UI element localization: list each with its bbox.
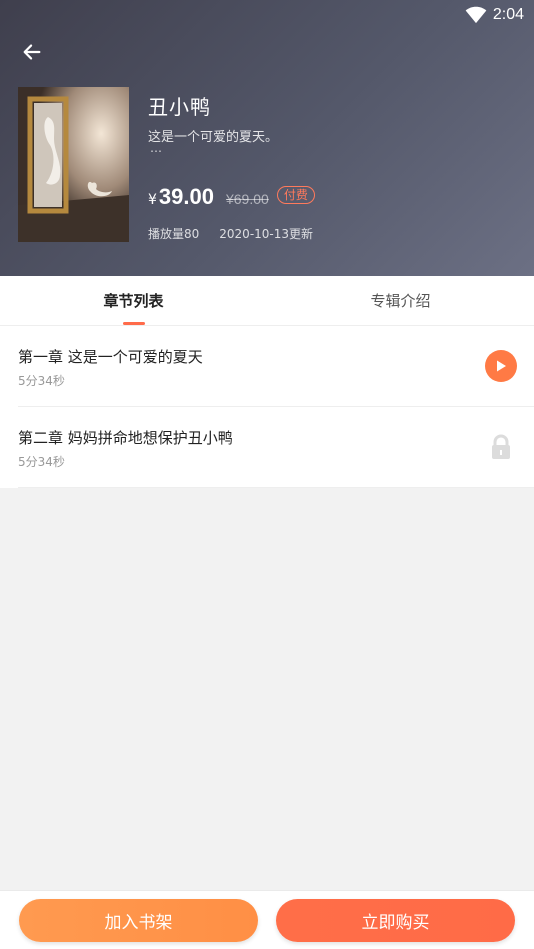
description-ellipsis[interactable]: … bbox=[150, 141, 162, 155]
chapter-duration: 5分34秒 bbox=[18, 374, 65, 388]
tab-chapter-list[interactable]: 章节列表 bbox=[0, 276, 267, 325]
divider bbox=[18, 487, 534, 488]
tab-label: 章节列表 bbox=[103, 292, 164, 310]
chapter-item[interactable]: 第二章 妈妈拼命地想保护丑小鸭 5分34秒 bbox=[0, 407, 534, 488]
chapter-list: 第一章 这是一个可爱的夏天 5分34秒 第二章 妈妈拼命地想保护丑小鸭 5分34… bbox=[0, 326, 534, 488]
wifi-icon bbox=[465, 6, 487, 24]
current-price: 39.00 bbox=[158, 184, 214, 209]
chapter-title: 第一章 这是一个可爱的夏天 bbox=[18, 348, 203, 366]
back-button[interactable] bbox=[18, 38, 46, 66]
chapter-item[interactable]: 第一章 这是一个可爱的夏天 5分34秒 bbox=[0, 326, 534, 407]
paid-badge: 付费 bbox=[276, 186, 315, 204]
original-price: ¥69.00 bbox=[225, 191, 269, 207]
album-title: 丑小鸭 bbox=[148, 95, 211, 119]
buy-now-button[interactable]: 立即购买 bbox=[276, 899, 515, 942]
bottom-action-bar: 加入书架 立即购买 bbox=[0, 890, 534, 949]
play-icon[interactable] bbox=[485, 350, 517, 382]
update-date: 2020-10-13更新 bbox=[219, 227, 314, 241]
price-row: ¥ 39.00 ¥69.00 付费 bbox=[148, 184, 315, 210]
add-to-shelf-button[interactable]: 加入书架 bbox=[19, 899, 258, 942]
album-cover-image bbox=[18, 87, 129, 242]
price-currency: ¥ bbox=[148, 192, 157, 208]
chapter-title: 第二章 妈妈拼命地想保护丑小鸭 bbox=[18, 429, 233, 447]
chapter-duration: 5分34秒 bbox=[18, 455, 65, 469]
status-bar: 2:04 bbox=[465, 4, 524, 26]
album-detail-page: 2:04 丑小鸭 这是一个可爱的夏天。 … ¥ 39.00 ¥69.00 付费 … bbox=[0, 0, 534, 949]
tab-indicator bbox=[122, 322, 145, 325]
tab-label: 专辑介绍 bbox=[370, 292, 431, 310]
tab-album-intro[interactable]: 专辑介绍 bbox=[267, 276, 534, 325]
play-count: 播放量80 bbox=[148, 227, 200, 241]
album-description: 这是一个可爱的夏天。 bbox=[148, 130, 279, 145]
status-time: 2:04 bbox=[492, 6, 524, 23]
album-header: 2:04 丑小鸭 这是一个可爱的夏天。 … ¥ 39.00 ¥69.00 付费 … bbox=[0, 0, 534, 276]
album-meta: 播放量80 2020-10-13更新 bbox=[148, 225, 313, 242]
arrow-left-icon bbox=[23, 44, 41, 60]
lock-icon bbox=[485, 431, 517, 463]
tab-bar: 章节列表 专辑介绍 bbox=[0, 276, 534, 326]
